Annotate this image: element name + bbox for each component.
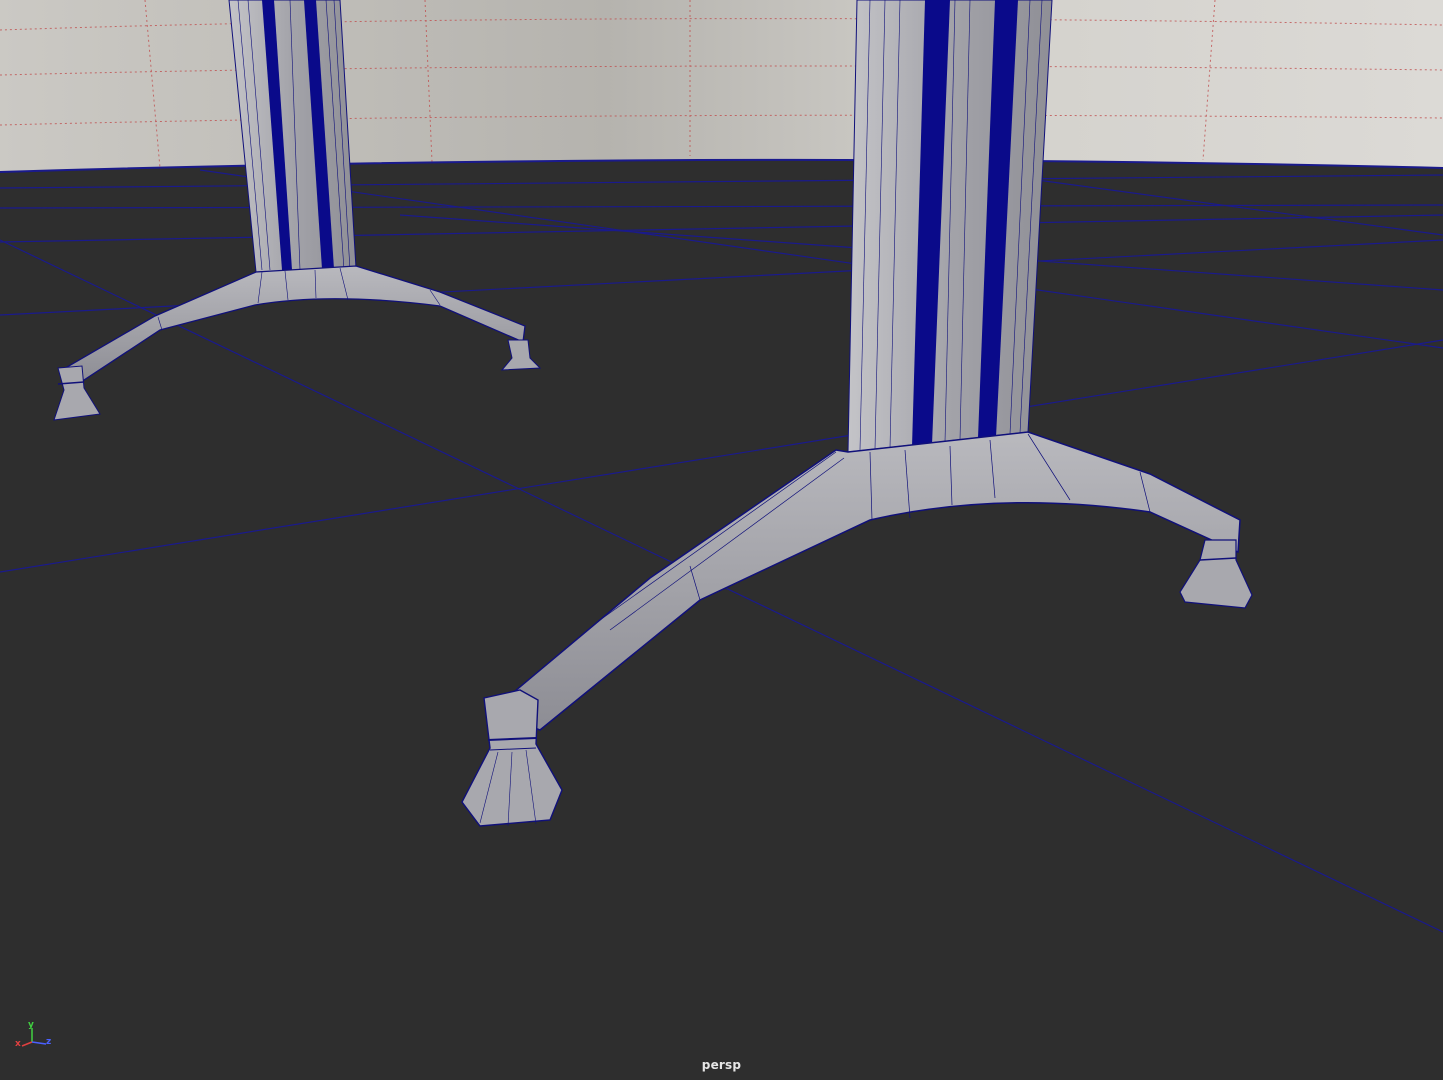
x-axis-label: x	[15, 1039, 21, 1049]
y-axis-label: y	[28, 1020, 34, 1030]
x-axis-line	[21, 1041, 33, 1047]
back-wall	[0, 0, 1443, 173]
maya-perspective-viewport[interactable]: y x z persp	[0, 0, 1443, 1080]
camera-name-label: persp	[701, 1058, 742, 1072]
z-axis-label: z	[46, 1037, 51, 1047]
view-axis-gizmo: y x z	[12, 1016, 60, 1056]
scene-render[interactable]	[0, 0, 1443, 1080]
z-axis-line	[31, 1041, 47, 1045]
